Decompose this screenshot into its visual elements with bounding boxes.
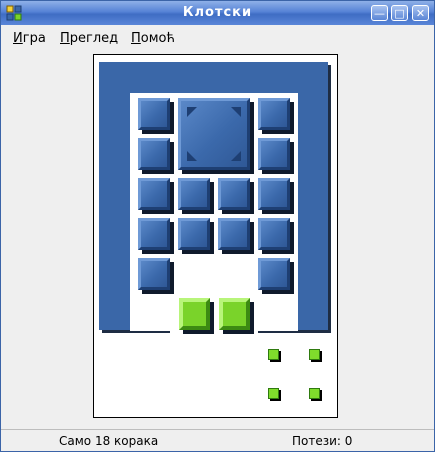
menu-bar: Игра Преглед Помоћ: [1, 26, 434, 50]
small-block[interactable]: [258, 258, 290, 290]
small-block[interactable]: [178, 178, 210, 210]
target-marker-icon: [309, 388, 320, 399]
close-button[interactable]: ✕: [412, 5, 429, 21]
target-marker-icon: [309, 349, 320, 360]
goal-block[interactable]: [219, 298, 250, 330]
small-block[interactable]: [258, 98, 290, 130]
minimize-icon: —: [374, 7, 385, 20]
small-block[interactable]: [218, 218, 250, 250]
puzzle-board[interactable]: [93, 54, 338, 418]
small-block[interactable]: [258, 178, 290, 210]
block-corner-mark-icon: [187, 151, 197, 161]
maximize-icon: □: [394, 7, 405, 20]
title-bar[interactable]: Клотски — □ ✕: [1, 1, 434, 25]
menu-game-access-key: И: [13, 31, 23, 46]
status-bar: Само 18 корака Потези: 0: [1, 429, 434, 452]
big-block[interactable]: [178, 98, 250, 170]
small-block[interactable]: [138, 98, 170, 130]
menu-help-access-key: П: [131, 31, 141, 46]
block-corner-mark-icon: [231, 151, 241, 161]
menu-game[interactable]: Игра: [13, 31, 46, 46]
goal-block[interactable]: [179, 298, 210, 330]
small-block[interactable]: [258, 138, 290, 170]
app-window: Клотски — □ ✕ Игра Преглед Помоћ Само 18…: [0, 0, 435, 452]
status-moves: Потези: 0: [292, 434, 353, 448]
small-block[interactable]: [218, 178, 250, 210]
menu-view[interactable]: Преглед: [60, 31, 118, 46]
small-block[interactable]: [258, 218, 290, 250]
target-marker-icon: [268, 388, 279, 399]
small-block[interactable]: [138, 218, 170, 250]
status-hint: Само 18 корака: [59, 434, 159, 448]
small-block[interactable]: [138, 258, 170, 290]
menu-view-access-key: П: [60, 31, 70, 46]
menu-game-label: гра: [22, 31, 46, 46]
target-marker-icon: [268, 349, 279, 360]
menu-view-label: реглед: [69, 31, 119, 46]
small-block[interactable]: [178, 218, 210, 250]
window-title: Клотски: [182, 5, 253, 20]
menu-help[interactable]: Помоћ: [131, 31, 175, 46]
menu-help-label: омоћ: [140, 31, 175, 46]
maximize-button[interactable]: □: [391, 5, 408, 21]
small-block[interactable]: [138, 138, 170, 170]
block-corner-mark-icon: [187, 107, 197, 117]
small-block[interactable]: [138, 178, 170, 210]
minimize-button[interactable]: —: [371, 5, 388, 21]
close-icon: ✕: [415, 7, 426, 20]
block-corner-mark-icon: [231, 107, 241, 117]
